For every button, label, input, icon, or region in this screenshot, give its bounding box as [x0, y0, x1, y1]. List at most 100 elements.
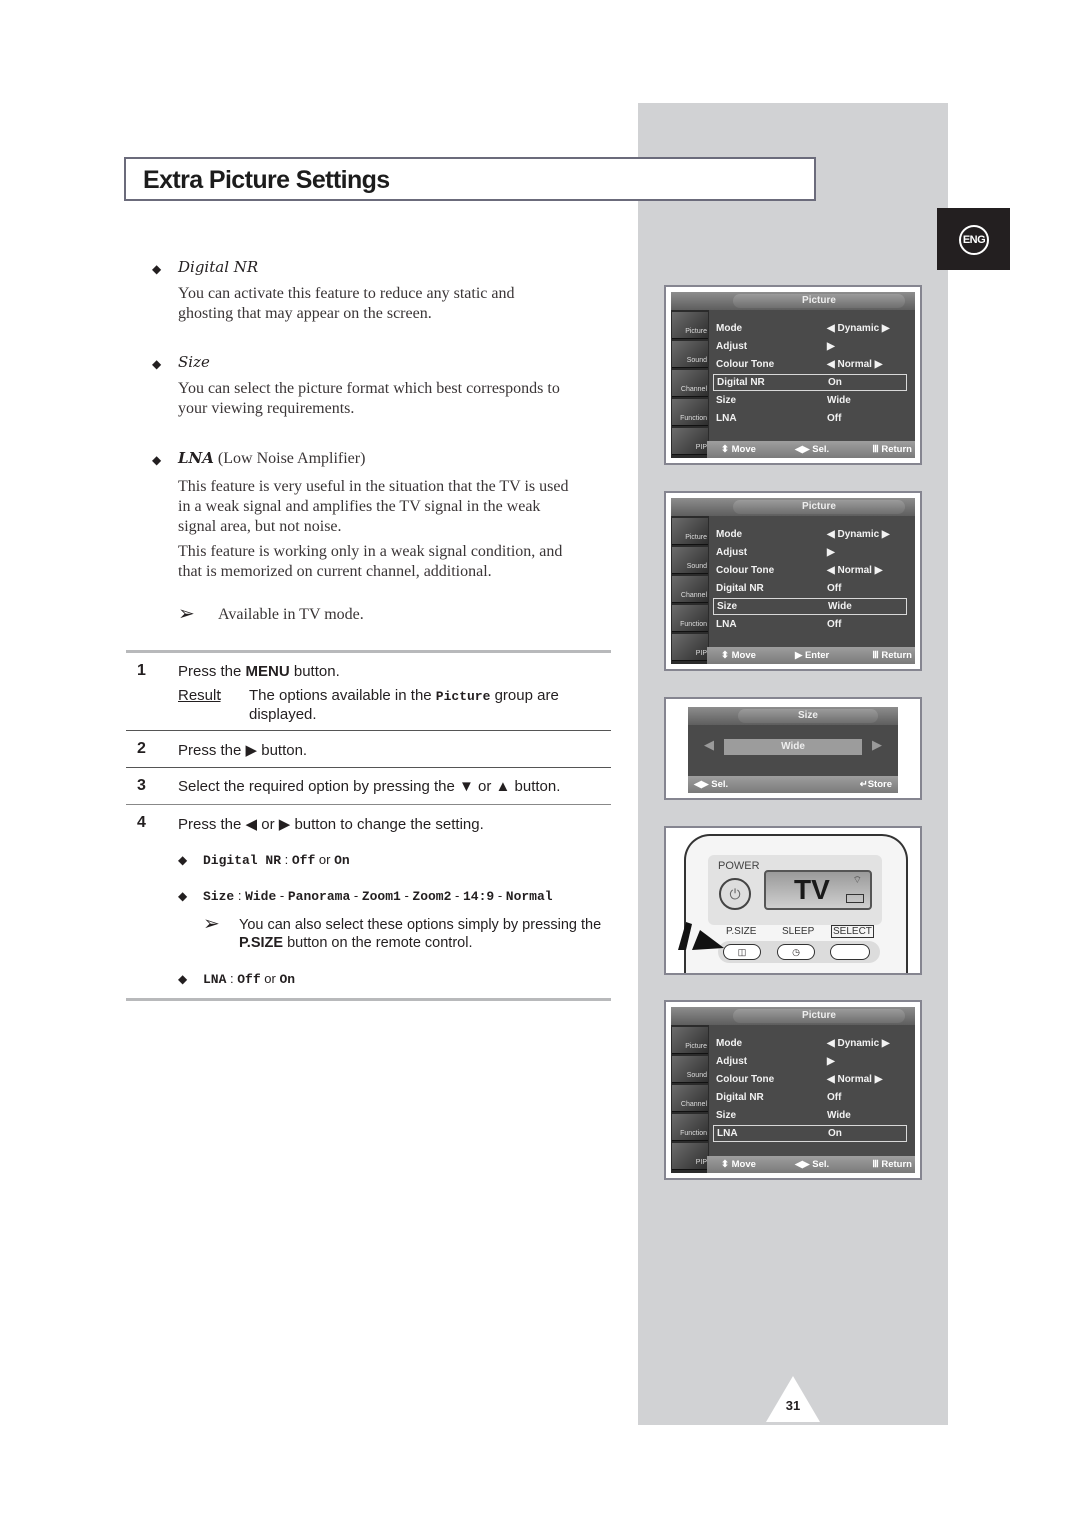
osd-title-bar: Picture: [671, 498, 915, 516]
text-run: The options available in the: [249, 687, 436, 704]
diamond-bullet-icon: ◆: [152, 453, 162, 467]
osd-menu-row[interactable]: Adjust ▶: [713, 338, 907, 355]
osd-footer: ◀▶ Sel. ↵Store: [688, 776, 898, 793]
osd-category-channel-icon[interactable]: Channel: [672, 576, 708, 603]
power-icon: ⏻: [719, 878, 751, 910]
step-divider: [126, 767, 611, 768]
select-button[interactable]: [830, 944, 870, 960]
feature-text-lna: This feature is very useful in the situa…: [178, 477, 568, 582]
osd-row-value: ◀ Normal ▶: [827, 1074, 883, 1085]
footer-move: ⬍ Move: [721, 444, 756, 455]
osd-menu-row[interactable]: Digital NR Off: [713, 1089, 907, 1106]
osd-category-pip-icon[interactable]: PIP: [672, 428, 708, 455]
lcd-mode-text: TV: [794, 874, 830, 905]
text-line: ghosting that may appear on the screen.: [178, 305, 432, 322]
osd-menu-row[interactable]: Mode ◀ Dynamic ▶: [713, 320, 907, 337]
result-label-text: Result: [178, 687, 221, 704]
text-run: -: [451, 888, 463, 903]
osd-menu-row[interactable]: Digital NR Off: [713, 580, 907, 597]
step-1-result: The options available in the Picture gro…: [249, 687, 559, 724]
step-number: 3: [137, 777, 146, 794]
osd-category-sound-icon[interactable]: Sound: [672, 1056, 708, 1083]
text-run: -: [350, 888, 362, 903]
osd-menu-row[interactable]: Adjust ▶: [713, 1053, 907, 1070]
osd-category-pip-icon[interactable]: PIP: [672, 1143, 708, 1170]
osd-category-function-icon[interactable]: Function: [672, 1114, 708, 1141]
osd-row-label: LNA: [717, 1128, 738, 1139]
osd-category-sound-icon[interactable]: Sound: [672, 547, 708, 574]
option-value: On: [279, 972, 296, 987]
osd-menu-row[interactable]: Mode ◀ Dynamic ▶: [713, 1035, 907, 1052]
osd-row-label: LNA: [716, 413, 737, 424]
osd-menu-row[interactable]: LNA Off: [713, 410, 907, 427]
footer-move: ⬍ Move: [721, 1159, 756, 1170]
osd-category-function-icon[interactable]: Function: [672, 605, 708, 632]
option-digital-nr: Digital NR : Off or On: [203, 852, 350, 868]
select-label: SELECT: [831, 925, 874, 938]
psize-button[interactable]: ◫: [723, 944, 761, 960]
section-divider: [126, 998, 611, 1001]
osd-menu-row[interactable]: Digital NR On: [713, 374, 907, 391]
osd-row-label: Adjust: [716, 341, 748, 352]
option-name: Size: [203, 889, 235, 904]
osd-row-label: Mode: [716, 529, 743, 540]
osd-title: Picture: [733, 1009, 905, 1023]
remote-control-illustration: POWER ⏻ TV ⌔ P.SIZE SLEEP SELECT ◫ ◷: [664, 826, 922, 975]
osd-row-label: Adjust: [716, 547, 748, 558]
text-run: :: [281, 852, 292, 867]
page-number: 31: [785, 1398, 801, 1413]
text-run: :: [234, 888, 246, 903]
osd-menu-row[interactable]: Size Wide: [713, 392, 907, 409]
osd-row-value: Off: [827, 619, 842, 630]
osd-menu-row[interactable]: LNA Off: [713, 616, 907, 633]
pointer-arrow-icon: [678, 922, 724, 950]
feature-text-size: You can select the picture format which …: [178, 379, 560, 419]
osd-category-picture-icon[interactable]: Picture: [672, 518, 708, 545]
osd-row-value: ▶: [827, 547, 835, 558]
text-line: in a weak signal and amplifies the TV si…: [178, 498, 541, 515]
size-osd: Size ◀ Wide ▶ ◀▶ Sel. ↵Store: [688, 707, 898, 793]
osd-menu-row[interactable]: Size Wide: [713, 1107, 907, 1124]
option-value: Zoom2: [412, 889, 452, 904]
osd-category-channel-icon[interactable]: Channel: [672, 1085, 708, 1112]
text-run: -: [400, 888, 413, 903]
osd-menu: Picture Picture Sound Channel Function PIP Mod…: [671, 292, 915, 458]
diamond-bullet-icon: ◆: [178, 889, 188, 903]
osd-menu-row[interactable]: Colour Tone ◀ Normal ▶: [713, 1071, 907, 1088]
language-badge: ENG: [937, 208, 1010, 270]
osd-category-channel-icon[interactable]: Channel: [672, 370, 708, 397]
osd-category-pip-icon[interactable]: PIP: [672, 634, 708, 661]
osd-category-function-icon[interactable]: Function: [672, 399, 708, 426]
osd-row-label: Adjust: [716, 1056, 748, 1067]
sleep-button[interactable]: ◷: [777, 944, 815, 960]
arrow-right-icon: ▶: [872, 737, 882, 752]
osd-category-picture-icon[interactable]: Picture: [672, 312, 708, 339]
osd-category-sound-icon[interactable]: Sound: [672, 341, 708, 368]
psize-note: You can also select these options simply…: [239, 916, 601, 952]
diamond-bullet-icon: ◆: [178, 853, 188, 867]
osd-menu-row[interactable]: Mode ◀ Dynamic ▶: [713, 526, 907, 543]
osd-menu-row[interactable]: LNA On: [713, 1125, 907, 1142]
option-value: On: [334, 853, 350, 868]
note-text-tv-mode: Available in TV mode.: [218, 606, 364, 623]
osd-menu-row[interactable]: Colour Tone ◀ Normal ▶: [713, 562, 907, 579]
step-3-text: Select the required option by pressing t…: [178, 778, 561, 795]
osd-menu-row[interactable]: Size Wide: [713, 598, 907, 615]
result-colon: :: [218, 687, 223, 704]
osd-category-picture-icon[interactable]: Picture: [672, 1027, 708, 1054]
footer-action: ◀▶ Sel.: [795, 444, 830, 455]
osd-screenshot-size: Picture Picture Sound Channel Function PIP Mod…: [664, 491, 922, 671]
language-badge-label: ENG: [959, 225, 989, 255]
footer-store: ↵Store: [859, 779, 892, 790]
signal-icon: ⌔: [852, 875, 862, 886]
osd-footer: ⬍ Move ◀▶ Sel. Ⅲ Return: [707, 1156, 915, 1173]
osd-row-value: Wide: [827, 1110, 851, 1121]
osd-menu-row[interactable]: Adjust ▶: [713, 544, 907, 561]
osd-title: Picture: [733, 500, 905, 514]
osd-row-value: Wide: [828, 601, 852, 612]
step-4-text: Press the ◀ or ▶ button to change the se…: [178, 816, 484, 833]
osd-category-sidebar: Picture Sound Channel Function PIP: [671, 516, 709, 664]
osd-row-label: Digital NR: [716, 1092, 764, 1103]
osd-menu-row[interactable]: Colour Tone ◀ Normal ▶: [713, 356, 907, 373]
option-value: Panorama: [287, 889, 351, 904]
